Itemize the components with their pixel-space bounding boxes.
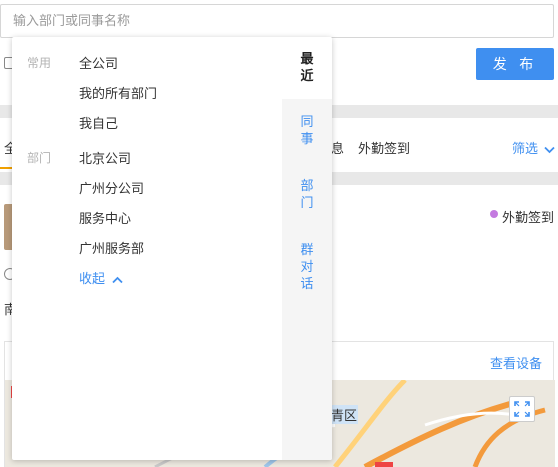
list-item-guangzhou-branch[interactable]: 广州分公司	[79, 178, 144, 197]
filter-button[interactable]: 筛选	[512, 138, 555, 157]
map-district-label: 青区	[330, 405, 359, 424]
list-item-my-departments[interactable]: 我的所有部门	[79, 83, 157, 102]
list-item-whole-company[interactable]: 全公司	[79, 53, 118, 72]
tab-colleagues[interactable]: 同 事	[282, 114, 332, 148]
fullscreen-button[interactable]	[509, 396, 535, 422]
tab-recent[interactable]: 最 近	[282, 51, 332, 85]
group-label-departments: 部门	[27, 151, 52, 165]
list-item-service-center[interactable]: 服务中心	[79, 208, 131, 227]
filter-label: 筛选	[512, 142, 539, 157]
list-item-beijing[interactable]: 北京公司	[79, 148, 131, 167]
view-devices-link[interactable]: 查看设备	[490, 353, 542, 372]
search-field[interactable]	[0, 4, 554, 38]
status-dot-icon	[490, 210, 498, 218]
collapse-button[interactable]: 收起	[79, 268, 123, 287]
tab-group-chats[interactable]: 群 对 话	[282, 242, 332, 293]
status-label: 外勤签到	[502, 211, 555, 226]
publish-button[interactable]: 发 布	[476, 48, 554, 80]
search-input[interactable]	[1, 5, 553, 37]
list-item-myself[interactable]: 我自己	[79, 113, 118, 132]
chevron-down-icon	[544, 146, 555, 153]
list-item-guangzhou-service[interactable]: 广州服务部	[79, 238, 144, 257]
tab-messages[interactable]: 息	[331, 138, 344, 157]
category-sidebar: 最 近 同 事 部 门 群 对 话	[282, 37, 332, 460]
recipient-dropdown: 常用 全公司 我的所有部门 我自己 部门 北京公司 广州分公司 服务中心 广州服…	[12, 37, 332, 460]
collapse-label: 收起	[79, 272, 106, 287]
chevron-up-icon	[112, 276, 123, 283]
group-label-common: 常用	[27, 56, 52, 70]
expand-icon	[514, 401, 530, 417]
recent-list: 常用 全公司 我的所有部门 我自己 部门 北京公司 广州分公司 服务中心 广州服…	[12, 37, 282, 460]
tab-field-checkin[interactable]: 外勤签到	[358, 138, 410, 157]
tab-departments[interactable]: 部 门	[282, 178, 332, 212]
